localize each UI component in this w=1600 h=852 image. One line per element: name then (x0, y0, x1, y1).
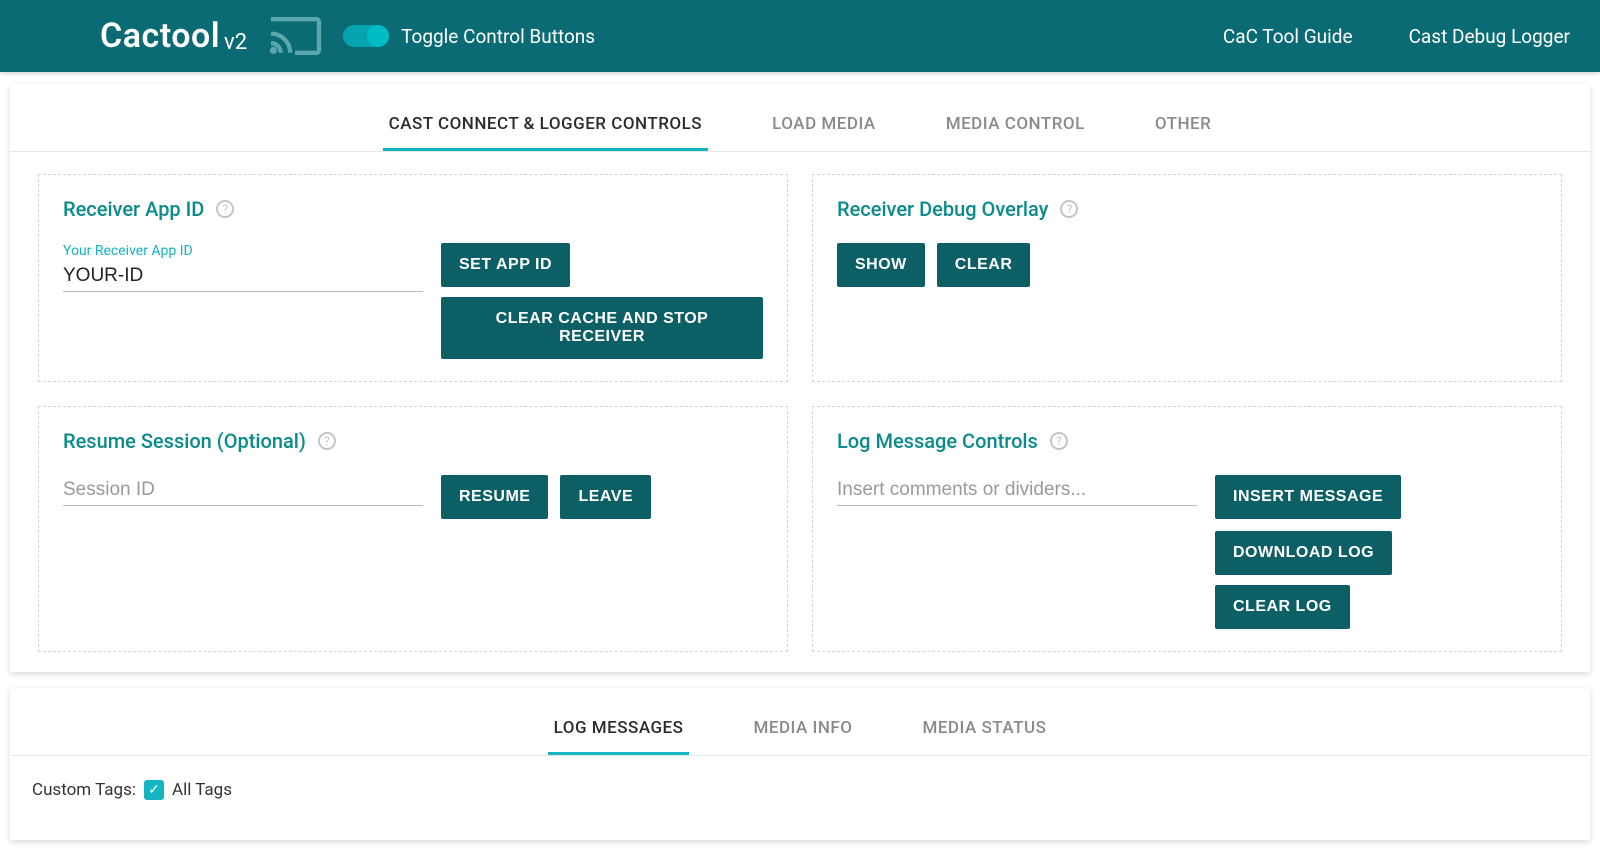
card-title: Resume Session (Optional) (63, 429, 306, 453)
receiver-app-id-input[interactable] (63, 261, 423, 292)
card-title: Receiver App ID (63, 197, 204, 221)
log-comment-field-wrap (837, 475, 1197, 506)
receiver-app-id-field-wrap: Your Receiver App ID (63, 243, 423, 292)
tab-media-status[interactable]: MEDIA STATUS (916, 704, 1052, 755)
toggle-label: Toggle Control Buttons (401, 25, 595, 48)
top-tabs: CAST CONNECT & LOGGER CONTROLS LOAD MEDI… (10, 84, 1590, 152)
clear-button[interactable]: CLEAR (937, 243, 1031, 287)
tab-log-messages[interactable]: LOG MESSAGES (548, 704, 690, 755)
leave-button[interactable]: LEAVE (560, 475, 651, 519)
custom-tags-label: Custom Tags: (32, 780, 136, 800)
logo-version: v2 (224, 30, 247, 55)
checkmark-icon: ✓ (148, 782, 160, 798)
toggle-control-buttons[interactable] (343, 25, 387, 47)
cast-icon (265, 12, 325, 60)
show-button[interactable]: SHOW (837, 243, 925, 287)
session-id-field-wrap (63, 475, 423, 506)
card-receiver-app-id: Receiver App ID ? Your Receiver App ID S… (38, 174, 788, 382)
set-app-id-button[interactable]: SET APP ID (441, 243, 570, 287)
tab-cast-connect-logger[interactable]: CAST CONNECT & LOGGER CONTROLS (383, 100, 709, 151)
session-id-input[interactable] (63, 475, 423, 506)
tab-other[interactable]: OTHER (1149, 100, 1218, 151)
clear-log-button[interactable]: CLEAR LOG (1215, 585, 1350, 629)
cards-grid: Receiver App ID ? Your Receiver App ID S… (10, 152, 1590, 652)
header-right-links: CaC Tool Guide Cast Debug Logger (1223, 25, 1570, 48)
insert-message-button[interactable]: INSERT MESSAGE (1215, 475, 1401, 519)
logo-title: Cactool (100, 16, 220, 56)
help-icon[interactable]: ? (1060, 200, 1078, 218)
card-resume-session: Resume Session (Optional) ? RESUME LEAVE (38, 406, 788, 652)
tab-media-control[interactable]: MEDIA CONTROL (940, 100, 1091, 151)
card-log-message-controls: Log Message Controls ? INSERT MESSAGE DO… (812, 406, 1562, 652)
link-cast-debug-logger[interactable]: Cast Debug Logger (1409, 25, 1570, 48)
resume-button[interactable]: RESUME (441, 475, 548, 519)
help-icon[interactable]: ? (216, 200, 234, 218)
toggle-knob (367, 25, 389, 47)
bottom-tabs: LOG MESSAGES MEDIA INFO MEDIA STATUS (10, 688, 1590, 756)
card-title: Log Message Controls (837, 429, 1038, 453)
lower-panel: LOG MESSAGES MEDIA INFO MEDIA STATUS Cus… (10, 688, 1590, 840)
card-title: Receiver Debug Overlay (837, 197, 1048, 221)
clear-cache-stop-receiver-button[interactable]: CLEAR CACHE AND STOP RECEIVER (441, 297, 763, 359)
all-tags-label: All Tags (172, 780, 232, 800)
help-icon[interactable]: ? (318, 432, 336, 450)
help-icon[interactable]: ? (1050, 432, 1068, 450)
all-tags-checkbox[interactable]: ✓ (144, 780, 164, 800)
tab-load-media[interactable]: LOAD MEDIA (766, 100, 882, 151)
main-panel: CAST CONNECT & LOGGER CONTROLS LOAD MEDI… (10, 84, 1590, 672)
download-log-button[interactable]: DOWNLOAD LOG (1215, 531, 1392, 575)
link-cac-tool-guide[interactable]: CaC Tool Guide (1223, 25, 1353, 48)
card-receiver-debug-overlay: Receiver Debug Overlay ? SHOW CLEAR (812, 174, 1562, 382)
field-label: Your Receiver App ID (63, 243, 423, 259)
custom-tags-row: Custom Tags: ✓ All Tags (10, 756, 1590, 800)
tab-media-info[interactable]: MEDIA INFO (747, 704, 858, 755)
header: Cactool v2 Toggle Control Buttons CaC To… (0, 0, 1600, 72)
log-comment-input[interactable] (837, 475, 1197, 506)
